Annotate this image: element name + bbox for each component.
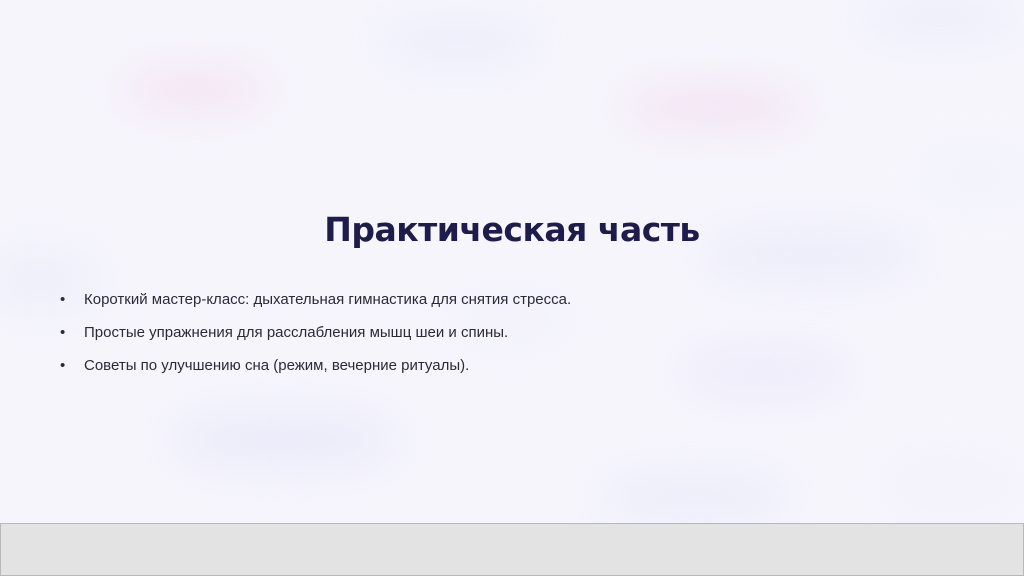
slide-canvas: Практическая часть • Короткий мастер-кла… (0, 0, 1024, 523)
slide-title: Практическая часть (324, 210, 700, 249)
background-blur-shape (680, 350, 850, 395)
background-blur-shape (170, 410, 400, 470)
background-blur-shape (880, 460, 1020, 510)
bullet-marker: • (60, 324, 66, 341)
background-blur-shape (620, 85, 810, 130)
background-blur-shape (920, 150, 1024, 200)
bullet-text: Короткий мастер-класс: дыхательная гимна… (84, 291, 572, 308)
bullet-marker: • (60, 291, 66, 308)
bullet-text: Советы по улучшению сна (режим, вечерние… (84, 357, 470, 374)
bullet-marker: • (60, 357, 66, 374)
background-blur-shape (860, 0, 1020, 35)
background-blur-shape (600, 475, 790, 520)
bullet-item: • Простые упражнения для расслабления мы… (60, 323, 571, 343)
footer-bar (0, 523, 1024, 576)
bullet-item: • Короткий мастер-класс: дыхательная гим… (60, 290, 571, 310)
background-blur-shape (380, 25, 540, 60)
background-blur-shape (120, 70, 270, 110)
bullet-text: Простые упражнения для расслабления мышц… (84, 324, 509, 341)
bullet-list: • Короткий мастер-класс: дыхательная гим… (60, 290, 571, 389)
bullet-item: • Советы по улучшению сна (режим, вечерн… (60, 356, 571, 376)
